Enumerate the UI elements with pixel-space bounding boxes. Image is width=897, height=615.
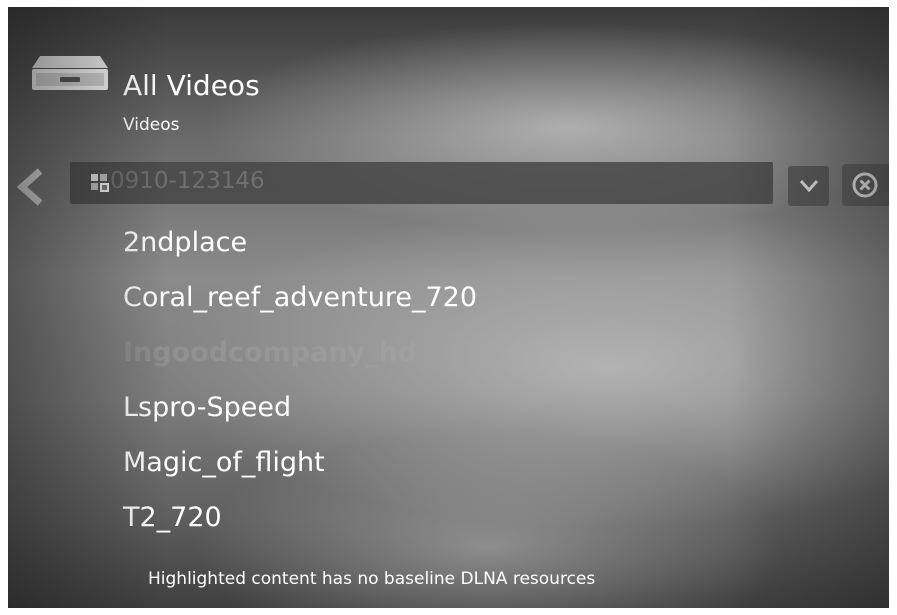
list-item[interactable]: Magic_of_flight	[123, 441, 477, 496]
list-item[interactable]: Lspro-Speed	[123, 386, 477, 441]
clear-circle-icon	[852, 172, 878, 198]
page-subtitle: Videos	[123, 115, 180, 135]
back-arrow-icon[interactable]	[14, 167, 48, 207]
status-message: Highlighted content has no baseline DLNA…	[148, 569, 596, 589]
filter-value: 0910-123146	[110, 168, 265, 194]
video-browser-screen: All Videos Videos 0910-123146 2ndplace C…	[8, 7, 889, 608]
filter-bar[interactable]: 0910-123146	[70, 162, 773, 204]
media-server-icon	[32, 56, 108, 90]
thumbnail-grid-icon	[91, 174, 109, 192]
list-item[interactable]: T2_720	[123, 496, 477, 551]
list-item[interactable]: 2ndplace	[123, 221, 477, 276]
page-title: All Videos	[123, 69, 260, 102]
list-item[interactable]: Ingoodcompany_hd	[123, 331, 477, 386]
clear-button[interactable]	[842, 164, 889, 206]
list-item[interactable]: Coral_reef_adventure_720	[123, 276, 477, 331]
video-list: 2ndplace Coral_reef_adventure_720 Ingood…	[123, 221, 477, 551]
dropdown-button[interactable]	[788, 166, 829, 206]
chevron-down-icon	[799, 180, 819, 193]
